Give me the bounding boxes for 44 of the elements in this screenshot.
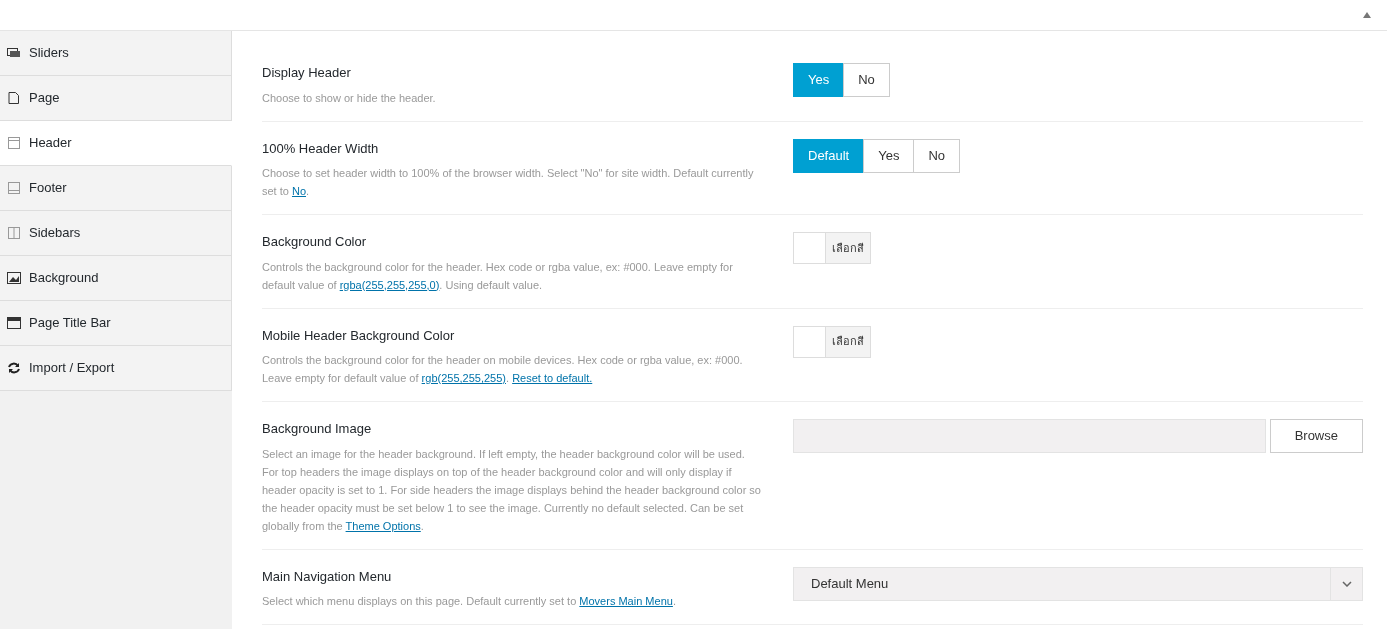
toggle-option[interactable]: No bbox=[913, 138, 961, 173]
sidebar-item[interactable]: Sidebars bbox=[0, 211, 232, 256]
columns-icon bbox=[7, 227, 21, 239]
setting-title: 100% Header Width bbox=[262, 139, 380, 158]
setting-title: Main Navigation Menu bbox=[262, 567, 393, 586]
setting-title: Background Image bbox=[262, 420, 373, 438]
sidebar-item[interactable]: Background bbox=[0, 256, 232, 301]
setting-description: Choose to set header width to 100% of the browser width. Select "No" for site width. Default currently set to No. bbox=[262, 166, 755, 199]
image-icon bbox=[7, 272, 21, 284]
sidebar-item[interactable]: Page Title Bar bbox=[0, 301, 232, 346]
setting-description: Select an image for the header background. If left empty, the header background color will be used. For top headers the image displays on top of the header background color and will only display if header opacity is set to 1. For side headers the image displays behind the header background color so the header opacity must be set below 1 to see the image. Currently no default selected. Can be set globally from the Theme Options. bbox=[262, 446, 762, 534]
color-swatch[interactable] bbox=[793, 325, 826, 358]
chevron-down-icon bbox=[1341, 580, 1352, 587]
setting-title: Mobile Header Background Color bbox=[262, 326, 456, 345]
header-layout-icon bbox=[7, 137, 21, 149]
sidebar-item[interactable]: Page bbox=[0, 76, 232, 121]
image-url-field[interactable] bbox=[793, 419, 1266, 453]
footer-layout-icon bbox=[7, 182, 21, 194]
browse-button[interactable]: Browse bbox=[1269, 419, 1363, 453]
description-link[interactable]: Movers Main Menu bbox=[579, 595, 673, 607]
setting-description: Choose to show or hide the header. bbox=[262, 90, 437, 106]
setting-title: Background Color bbox=[262, 233, 368, 251]
description-link[interactable]: Theme Options bbox=[345, 519, 421, 532]
menu-dropdown[interactable]: Default Menu bbox=[793, 566, 1363, 601]
color-swatch[interactable] bbox=[793, 232, 826, 264]
sidebar-item[interactable]: Header bbox=[0, 121, 232, 166]
page-icon bbox=[7, 92, 21, 104]
sidebar-item[interactable]: Footer bbox=[0, 166, 232, 211]
toggle-option[interactable]: Yes bbox=[863, 138, 915, 173]
setting-description: Controls the background color for the header. Hex code or rgba value, ex: #000. Leave empty for default value of rgba(255,255,255,0). Using default value. bbox=[262, 259, 734, 293]
setting-description: Select which menu displays on this page. Default currently set to Movers Main Menu. bbox=[262, 594, 677, 609]
color-picker-button[interactable]: เลือกสี bbox=[826, 325, 871, 358]
color-picker-button[interactable]: เลือกสี bbox=[826, 232, 871, 264]
setting-title: Display Header bbox=[262, 64, 352, 82]
description-link[interactable]: rgb(255,255,255) bbox=[421, 372, 506, 384]
setting-description: Controls the background color for the header on mobile devices. Hex code or rgba value, ex: #000. Leave empty for default value of rgb(255,255,255). Reset to default. bbox=[262, 353, 744, 386]
sidebar-item[interactable]: Sliders bbox=[0, 31, 232, 76]
description-link[interactable]: Reset to default. bbox=[512, 372, 593, 384]
sidebar-item[interactable]: Import / Export bbox=[0, 346, 232, 391]
refresh-icon bbox=[7, 362, 21, 374]
slides-icon bbox=[7, 47, 21, 59]
toggle-option[interactable]: No bbox=[843, 63, 890, 97]
title-bar-icon bbox=[7, 317, 21, 329]
collapse-icon[interactable] bbox=[1363, 12, 1371, 18]
